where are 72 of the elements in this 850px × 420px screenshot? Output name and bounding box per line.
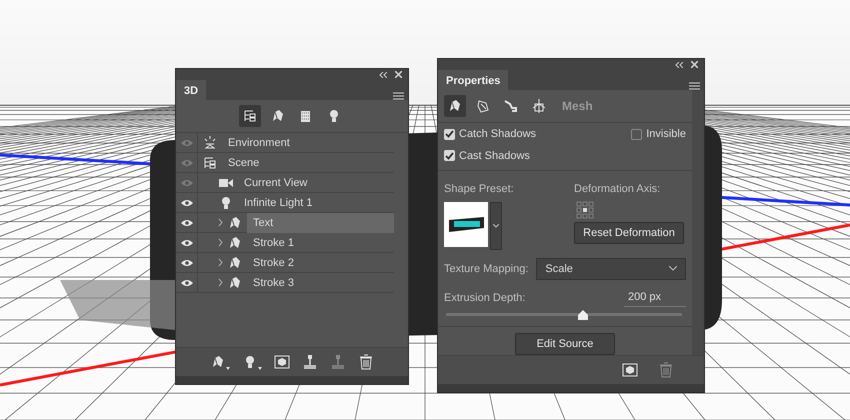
extrusion-depth-field[interactable]: 200 px (624, 289, 686, 306)
ground-icon (302, 354, 318, 370)
eye-icon (180, 218, 192, 226)
eye-icon (180, 258, 192, 266)
field-label: Shape Preset: (444, 182, 515, 197)
ground-button[interactable] (302, 354, 318, 370)
caret-icon (669, 266, 677, 272)
scrollbar[interactable] (692, 90, 704, 355)
eye-icon (180, 178, 192, 186)
mesh-icon (270, 108, 286, 124)
mesh-icon (227, 214, 243, 230)
mesh-icon (447, 98, 463, 114)
trash-icon (658, 362, 674, 378)
edit-source-button[interactable]: Edit Source (515, 332, 615, 355)
reset-deformation-button[interactable]: Reset Deformation (574, 222, 684, 244)
cube-button[interactable] (622, 362, 638, 378)
eye-icon (180, 158, 192, 166)
scene-tree-icon (202, 154, 218, 170)
slider-thumb[interactable] (578, 310, 588, 320)
eye-icon (180, 278, 192, 286)
collapse-icon[interactable] (379, 72, 387, 78)
layer-name[interactable]: Current View (238, 172, 394, 192)
dropdown-triangle-icon (258, 367, 262, 370)
field-label: Extrusion Depth: (444, 290, 526, 306)
axis-grid-icon[interactable] (576, 200, 594, 218)
mesh-button[interactable] (210, 354, 230, 370)
cube-icon (274, 354, 290, 370)
environment-icon (202, 134, 218, 150)
scene-tree-icon (242, 108, 258, 124)
properties-tab[interactable] (444, 95, 466, 117)
menu-icon[interactable] (689, 82, 700, 90)
ground-icon (330, 354, 346, 370)
resize-grip[interactable] (176, 376, 408, 384)
caret-icon (493, 224, 499, 228)
cube-icon (622, 362, 638, 378)
field-label: Texture Mapping: (444, 262, 528, 276)
layer-name[interactable]: Text (247, 212, 394, 232)
layer-name[interactable]: Stroke 3 (247, 272, 394, 292)
mesh-icon (210, 354, 226, 370)
trash-icon (358, 354, 374, 370)
cube-button[interactable] (274, 354, 290, 370)
close-icon[interactable] (395, 71, 402, 78)
menu-icon[interactable] (393, 92, 404, 100)
layer-name[interactable]: Environment (222, 132, 394, 152)
panel-tab[interactable]: 3D (176, 80, 206, 100)
layer-name[interactable]: Stroke 2 (247, 252, 394, 272)
eye-icon (180, 198, 192, 206)
filter-button[interactable] (239, 105, 261, 127)
panel-tab[interactable]: Properties (438, 70, 508, 90)
checkbox-label: Cast Shadows (459, 148, 530, 164)
layer-name[interactable]: Stroke 1 (247, 232, 394, 252)
cap-icon (503, 98, 519, 114)
mesh-icon (227, 254, 243, 270)
field-label: Deformation Axis: (574, 182, 662, 197)
eye-icon (180, 138, 192, 146)
checkbox-label: Catch Shadows (459, 127, 536, 142)
checkbox[interactable] (631, 128, 642, 140)
preset-thumbnail[interactable] (444, 202, 488, 246)
dropdown-triangle-icon (226, 367, 230, 370)
section-title: Mesh (562, 98, 593, 115)
eye-icon (180, 238, 192, 246)
layer-name[interactable]: Infinite Light 1 (238, 192, 394, 212)
deform-icon (475, 98, 491, 114)
checkbox-label: Invisible (646, 127, 686, 142)
layer-name[interactable]: Scene (222, 152, 394, 172)
mesh-icon (227, 274, 243, 290)
resize-grip[interactable] (438, 384, 704, 392)
mesh-icon (227, 234, 243, 250)
texture-mapping-dropdown[interactable]: Scale (536, 258, 686, 280)
collapse-icon[interactable] (675, 62, 683, 68)
coordinates-icon (531, 98, 547, 114)
close-icon[interactable] (691, 61, 698, 68)
